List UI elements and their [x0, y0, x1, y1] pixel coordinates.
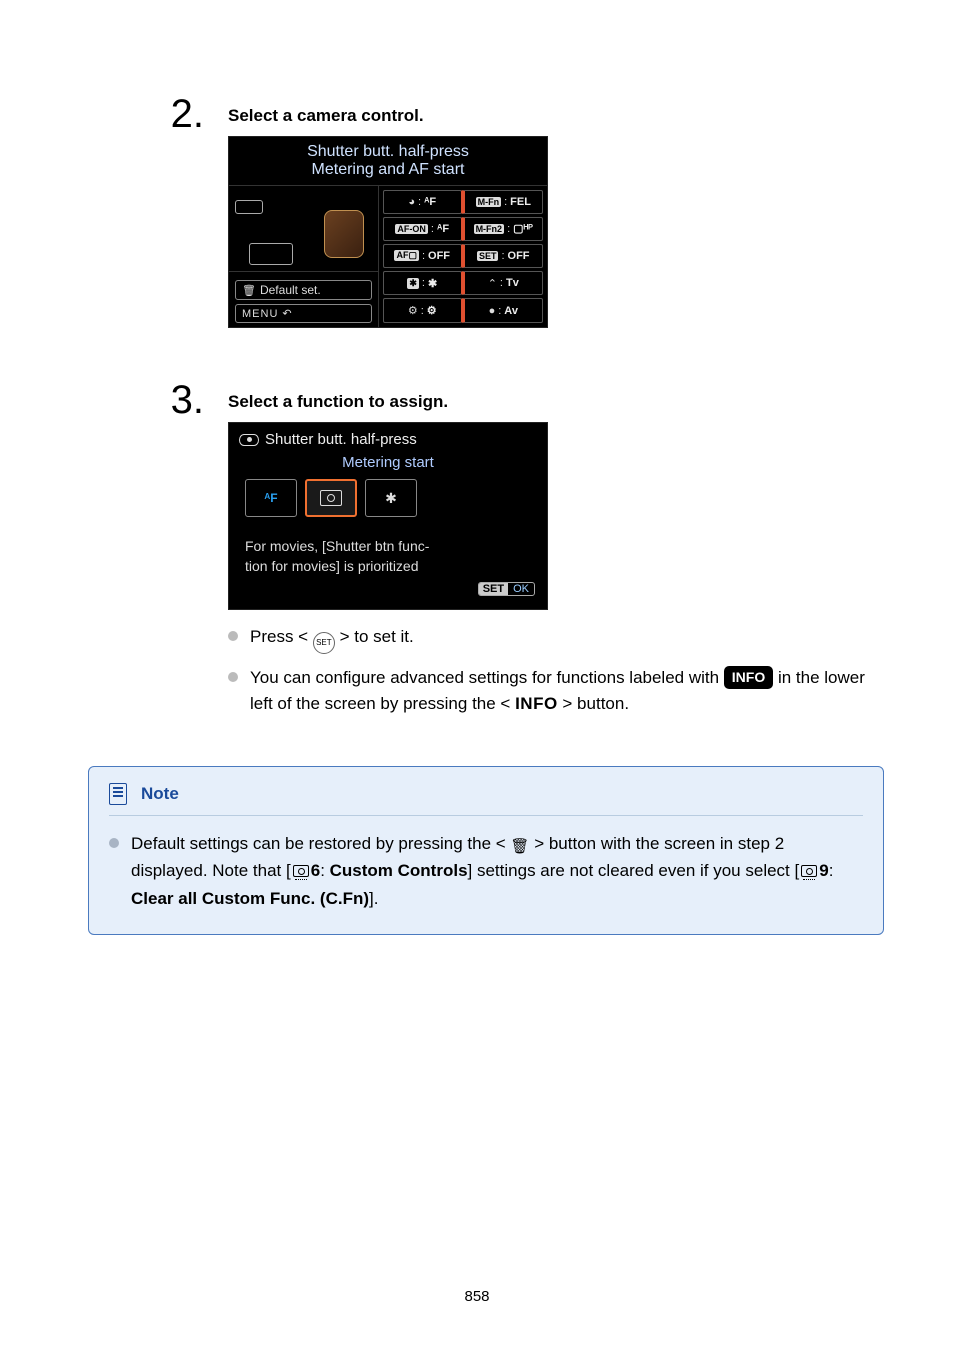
control-grid: ◕: ᴬF M-Fn: FEL AF-ON: ᴬF M-Fn2: ▢ᴴᴾ AF▢…: [379, 186, 547, 327]
option-ae-lock[interactable]: ✱: [365, 479, 417, 517]
metering-icon: [320, 490, 342, 506]
trash-button-icon: 🗑: [510, 839, 529, 854]
ss2-head-text: Shutter butt. half-press: [265, 431, 417, 448]
step-title: Select a camera control.: [228, 106, 874, 126]
default-set-button[interactable]: Default set.: [235, 280, 372, 300]
screenshot-select-function: Shutter butt. half-press Metering start …: [228, 422, 548, 610]
note-box: Note Default settings can be restored by…: [88, 766, 884, 935]
option-af[interactable]: ᴬF: [245, 479, 297, 517]
ss1-left-panel: Default set. MENU ↶: [229, 186, 379, 327]
ss1-subtitle: Metering and AF start: [229, 161, 547, 185]
back-arrow-icon: ↶: [282, 307, 292, 320]
ss1-title: Shutter butt. half-press: [229, 137, 547, 161]
cell-set-off[interactable]: SET: OFF: [461, 244, 544, 268]
ss2-movie-note: For movies, [Shutter btn func- tion for …: [235, 525, 541, 582]
bullet-dot-icon: [228, 672, 238, 682]
custom-fn-menu-icon: [801, 865, 817, 877]
note-icon: [109, 783, 127, 805]
bullet-dot-icon: [109, 838, 119, 848]
ss2-header: Shutter butt. half-press: [235, 429, 541, 450]
step-number: 3.: [168, 378, 204, 420]
cell-star-star[interactable]: ✱: ✱: [383, 271, 462, 296]
menu-label: MENU: [242, 308, 278, 320]
step-3-bullets: Press < SET > to set it. You can configu…: [228, 624, 874, 716]
menu-back-button[interactable]: MENU ↶: [235, 304, 372, 323]
note-bullet: Default settings can be restored by pres…: [109, 830, 863, 912]
step-3: 3. Select a function to assign. Shutter …: [168, 378, 874, 726]
screenshot-select-control: Shutter butt. half-press Metering and AF…: [228, 136, 548, 328]
cell-shutter-af[interactable]: ◕: ᴬF: [383, 190, 462, 214]
step-body: Select a function to assign. Shutter but…: [228, 378, 874, 726]
page-number: 858: [0, 1288, 954, 1305]
info-button-text: INFO: [515, 694, 558, 713]
cell-quick-av[interactable]: ● : Av: [461, 298, 544, 323]
function-options: ᴬF ✱: [235, 479, 541, 525]
default-set-label: Default set.: [260, 283, 321, 297]
step-title: Select a function to assign.: [228, 392, 874, 412]
note-text: Default settings can be restored by pres…: [131, 830, 863, 912]
cell-dial-tv[interactable]: ⌃ : Tv: [461, 271, 544, 296]
note-header: Note: [109, 783, 863, 816]
ss2-subtitle: Metering start: [235, 450, 541, 479]
set-button-icon: SET: [313, 632, 335, 654]
cell-main-dial[interactable]: ⚙ : ⚙: [383, 298, 462, 323]
shutter-icon: [239, 434, 259, 446]
camera-diagram-icon: [229, 190, 378, 272]
note-head-text: Note: [141, 784, 179, 804]
cell-afstop-off[interactable]: AF▢: OFF: [383, 244, 462, 268]
cell-mfn2-hp[interactable]: M-Fn2: ▢ᴴᴾ: [461, 217, 544, 242]
cell-mfn-fel[interactable]: M-Fn: FEL: [461, 190, 544, 214]
trash-icon: [242, 283, 256, 297]
bullet-dot-icon: [228, 631, 238, 641]
bullet-info: You can configure advanced settings for …: [228, 665, 874, 716]
set-ok-button[interactable]: SETOK: [235, 582, 541, 603]
option-metering[interactable]: [305, 479, 357, 517]
bullet-press-set: Press < SET > to set it.: [228, 624, 874, 655]
info-badge-icon: INFO: [724, 666, 773, 689]
step-2: 2. Select a camera control. Shutter butt…: [168, 92, 874, 338]
eye-icon: ◕: [408, 196, 415, 208]
step-body: Select a camera control. Shutter butt. h…: [228, 92, 874, 338]
custom-fn-menu-icon: [293, 865, 309, 877]
cell-afon-af[interactable]: AF-ON: ᴬF: [383, 217, 462, 242]
step-number: 2.: [168, 92, 204, 134]
